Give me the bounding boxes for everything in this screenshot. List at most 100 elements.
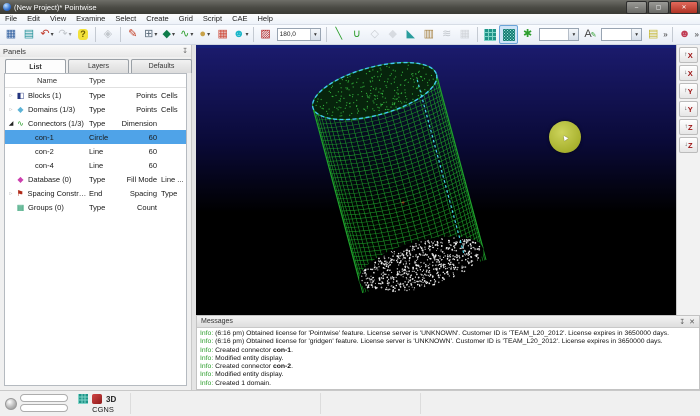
tab-defaults[interactable]: Defaults bbox=[131, 59, 192, 73]
tree-cell-type: Line bbox=[89, 147, 117, 156]
cube-wireframe-icon[interactable]: ⊞▾ bbox=[142, 26, 159, 43]
view-plus-z-button[interactable]: ↑Z bbox=[679, 119, 698, 135]
tree-row-connectors-1-3[interactable]: ◢∿Connectors (1/3)TypeDimension bbox=[5, 116, 186, 130]
open-folder-icon[interactable]: ▤ bbox=[21, 26, 38, 43]
view-minus-y-button[interactable]: ↓Y bbox=[679, 101, 698, 117]
tab-layers[interactable]: Layers bbox=[68, 59, 129, 73]
tree-cell-name: ▹◆Domains (1/3) bbox=[5, 105, 89, 114]
minimize-button[interactable]: – bbox=[626, 1, 647, 14]
message-text: Modified entity display. bbox=[215, 371, 283, 378]
tree-row-blocks-1[interactable]: ▹◧Blocks (1)TypePointsCells bbox=[5, 88, 186, 102]
menu-item-script[interactable]: Script bbox=[198, 14, 227, 24]
layers-stack-icon[interactable]: ▤ bbox=[645, 26, 662, 43]
menu-item-cae[interactable]: CAE bbox=[227, 14, 252, 24]
undo-icon[interactable]: ↶▾ bbox=[39, 26, 56, 43]
chevron-down-icon[interactable]: ▾ bbox=[631, 29, 641, 40]
unstructured-grid-icon[interactable] bbox=[499, 25, 518, 44]
view-minus-x-button[interactable]: ↓X bbox=[679, 65, 698, 81]
tree-item-label: Domains (1/3) bbox=[28, 105, 75, 114]
sphere-icon[interactable]: ●▾ bbox=[196, 26, 213, 43]
tab-list[interactable]: List bbox=[5, 59, 66, 74]
tree-cell-extra: Type bbox=[157, 189, 186, 198]
spacing-combo[interactable]: ▾ bbox=[601, 28, 642, 41]
chevron-down-icon[interactable]: ▾ bbox=[568, 29, 578, 40]
tree-row-database-0[interactable]: ◆Database (0)TypeFill ModeLine ... bbox=[5, 172, 186, 186]
view-plus-y-button[interactable]: ↑Y bbox=[679, 83, 698, 99]
chevron-down-icon[interactable]: ▾ bbox=[69, 31, 72, 38]
cae-solver-icon[interactable] bbox=[92, 394, 102, 404]
grid-mode-icon[interactable] bbox=[78, 394, 88, 404]
rotation-angle-combo[interactable]: 180,0▾ bbox=[277, 28, 321, 41]
chevron-down-icon[interactable]: ▾ bbox=[246, 31, 249, 38]
tree-row-con-2[interactable]: con-2Line60 bbox=[5, 144, 186, 158]
structured-grid-icon[interactable] bbox=[481, 26, 498, 43]
toolbar-overflow-1[interactable]: » bbox=[663, 30, 667, 39]
mask-red-icon[interactable]: ☻ bbox=[676, 26, 693, 43]
tree-cell-name: ▹◧Blocks (1) bbox=[5, 91, 89, 100]
display-viewport[interactable]: + ▲ bbox=[196, 45, 676, 315]
dimension-combo[interactable]: ▾ bbox=[539, 28, 580, 41]
chevron-down-icon[interactable]: ▾ bbox=[190, 31, 193, 38]
menu-item-view[interactable]: View bbox=[45, 14, 71, 24]
menu-item-examine[interactable]: Examine bbox=[71, 14, 110, 24]
cursor-icon: ▲ bbox=[559, 131, 571, 143]
twisty-icon[interactable]: ◢ bbox=[7, 120, 15, 127]
tree-cell-type: Type bbox=[89, 175, 117, 184]
toolbar-separator-1 bbox=[95, 27, 96, 42]
menu-item-create[interactable]: Create bbox=[141, 14, 174, 24]
gray-diamond-filled-icon: ◆ bbox=[384, 26, 401, 43]
wedge-icon[interactable]: ◣ bbox=[402, 26, 419, 43]
twisty-icon[interactable]: ▹ bbox=[7, 190, 15, 197]
cae-label: CGNS bbox=[80, 405, 126, 414]
panels-header: Panels ↧ bbox=[0, 45, 191, 57]
menu-item-grid[interactable]: Grid bbox=[174, 14, 198, 24]
connector-curve-icon[interactable]: ∿▾ bbox=[178, 26, 195, 43]
menu-item-file[interactable]: File bbox=[0, 14, 22, 24]
maximize-button[interactable]: ▢ bbox=[648, 1, 669, 14]
menu-item-edit[interactable]: Edit bbox=[22, 14, 45, 24]
toolbar-separator-3 bbox=[253, 27, 254, 42]
chevron-down-icon[interactable]: ▾ bbox=[310, 29, 320, 40]
save-icon-glyph: ▦ bbox=[6, 29, 16, 40]
tree-row-groups-0[interactable]: ▦Groups (0)TypeCount bbox=[5, 200, 186, 214]
chevron-down-icon[interactable]: ▾ bbox=[154, 31, 157, 38]
menu-item-help[interactable]: Help bbox=[252, 14, 277, 24]
twisty-icon[interactable]: ▹ bbox=[7, 92, 15, 99]
toolbar-separator-4 bbox=[326, 27, 327, 42]
save-icon[interactable]: ▦ bbox=[3, 26, 20, 43]
tree-column-header: Name bbox=[5, 76, 89, 85]
gray-diamond-filled-icon-glyph: ◆ bbox=[389, 29, 397, 40]
tree-row-con-4[interactable]: con-4Line60 bbox=[5, 158, 186, 172]
menu-item-select[interactable]: Select bbox=[110, 14, 141, 24]
ghost-icon[interactable]: ☻▾ bbox=[232, 26, 249, 43]
examine-icon[interactable]: ▨ bbox=[257, 26, 274, 43]
paintbrush-icon-glyph: ✎ bbox=[128, 29, 137, 40]
tree-cell-name: ▹⚑Spacing Constrai... bbox=[5, 189, 89, 198]
messages-pin-icon[interactable]: ↧ bbox=[679, 318, 685, 326]
tree-row-spacing-constrai[interactable]: ▹⚑Spacing Constrai...EndSpacingType bbox=[5, 186, 186, 200]
paintbrush-icon[interactable]: ✎ bbox=[124, 26, 141, 43]
chevron-down-icon[interactable]: ▾ bbox=[172, 31, 175, 38]
tree-row-domains-1-3[interactable]: ▹◆Domains (1/3)TypePointsCells bbox=[5, 102, 186, 116]
draw-line-icon[interactable]: ╲ bbox=[330, 26, 347, 43]
brick-icon[interactable]: ▥ bbox=[420, 26, 437, 43]
view-minus-z-button[interactable]: ↓Z bbox=[679, 137, 698, 153]
spacing-edit-icon[interactable]: A✎ bbox=[582, 26, 599, 43]
toolbar-overflow-2[interactable]: » bbox=[695, 30, 699, 39]
twisty-icon[interactable]: ▹ bbox=[7, 106, 15, 113]
close-button[interactable]: ✕ bbox=[670, 1, 698, 14]
mesh-gray-icon: ▦ bbox=[456, 26, 473, 43]
view-plus-x-button[interactable]: ↑X bbox=[679, 47, 698, 63]
message-line: Info: Created connector con-1. bbox=[200, 347, 696, 355]
domain-diamond-icon[interactable]: ◆▾ bbox=[160, 26, 177, 43]
messages-close-icon[interactable]: ✕ bbox=[689, 318, 695, 326]
chevron-down-icon[interactable]: ▾ bbox=[207, 31, 210, 38]
dimension-tool-icon[interactable]: ✱ bbox=[519, 26, 536, 43]
chevron-down-icon[interactable]: ▾ bbox=[51, 31, 54, 38]
help-icon[interactable]: ? bbox=[75, 26, 92, 43]
picture-icon[interactable]: ▦ bbox=[214, 26, 231, 43]
draw-arc-icon[interactable]: ∪ bbox=[348, 26, 365, 43]
pin-icon[interactable]: ↧ bbox=[182, 47, 188, 55]
tree-row-con-1[interactable]: con-1Circle60 bbox=[5, 130, 186, 144]
ghost-icon-glyph: ☻ bbox=[233, 29, 245, 40]
